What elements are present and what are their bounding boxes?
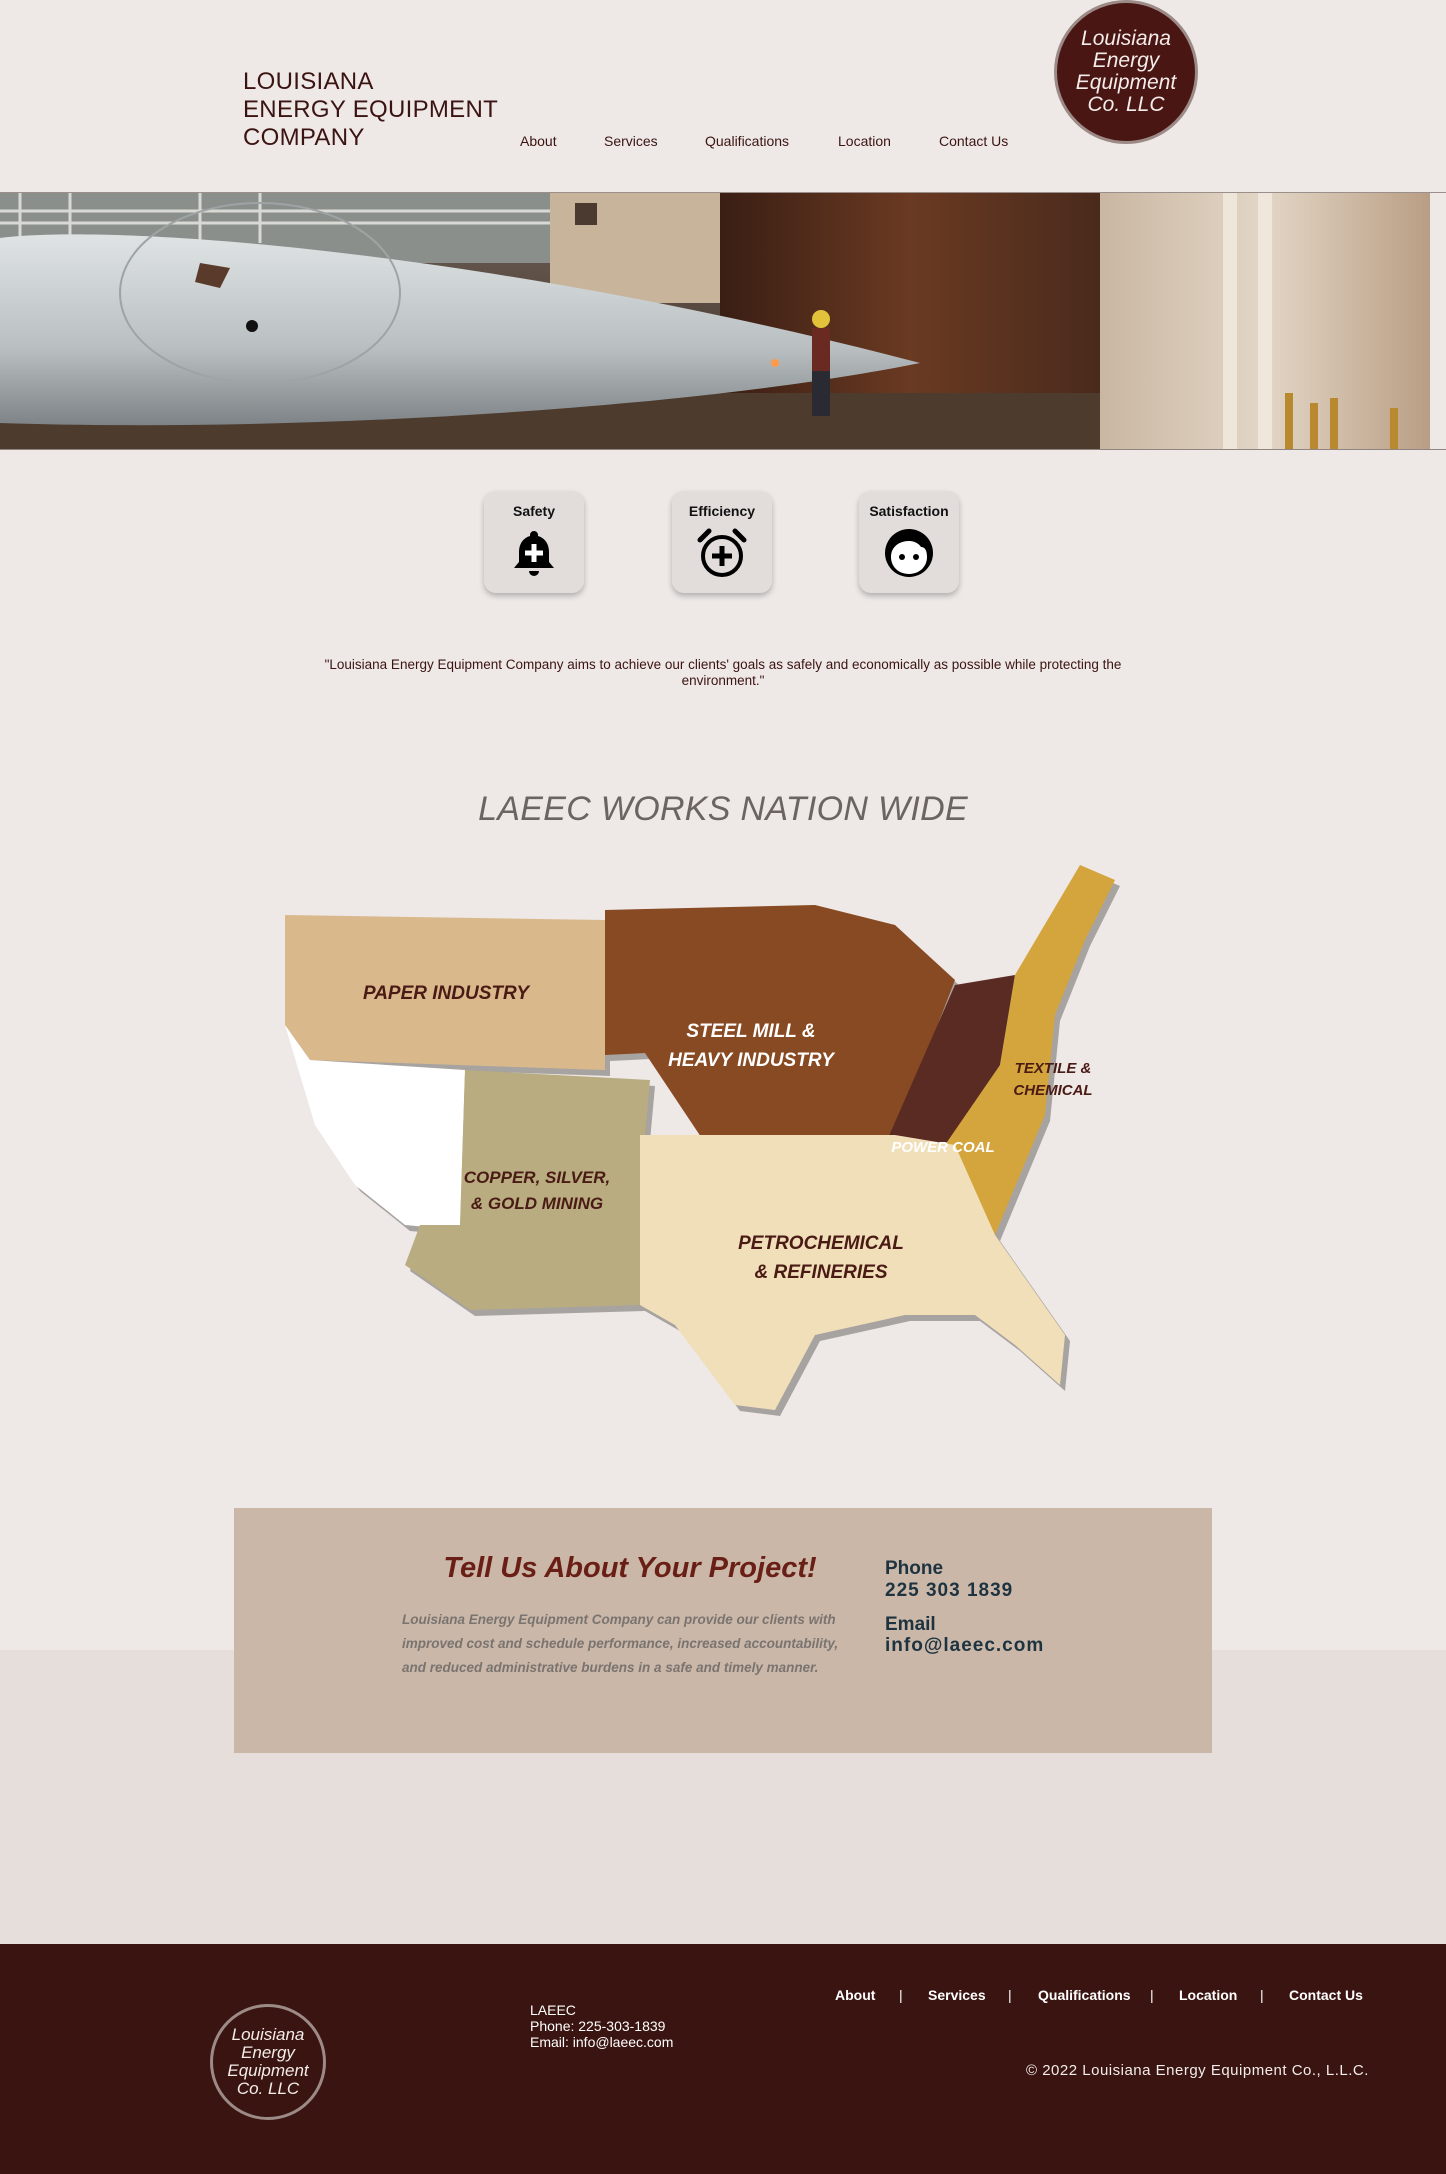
nav-qualifications[interactable]: Qualifications	[705, 133, 789, 149]
nav-about[interactable]: About	[520, 133, 557, 149]
nav-contact-us[interactable]: Contact Us	[939, 133, 1008, 149]
bell-plus-icon	[510, 531, 558, 583]
value-card-efficiency: Efficiency	[672, 491, 772, 593]
logo-line: Equipment	[227, 2061, 309, 2080]
footer-nav-separator: |	[1260, 1987, 1264, 2003]
region-label: PAPER INDUSTRY	[363, 983, 531, 1004]
region-label: HEAVY INDUSTRY	[668, 1050, 836, 1071]
hero-divider	[0, 449, 1446, 450]
logo-line: Co. LLC	[1087, 93, 1165, 116]
footer-nav-separator: |	[899, 1987, 903, 2003]
value-label: Safety	[512, 503, 556, 519]
nav-services[interactable]: Services	[604, 133, 658, 149]
face-icon	[883, 529, 935, 583]
footer-nav-separator: |	[1150, 1987, 1154, 2003]
copyright: © 2022 Louisiana Energy Equipment Co., L…	[1026, 2062, 1369, 2079]
footer-nav-services[interactable]: Services	[928, 1987, 986, 2003]
email-address[interactable]: info@laeec.com	[885, 1635, 1044, 1657]
phone-label: Phone	[885, 1558, 944, 1579]
region-label: STEEL MILL &	[686, 1021, 815, 1042]
region-label: CHEMICAL	[1013, 1082, 1092, 1099]
cta-heading: Tell Us About Your Project!	[443, 1552, 817, 1584]
logo-line: Louisiana	[231, 2025, 305, 2044]
region-label: & REFINERIES	[754, 1262, 887, 1283]
hero-image	[0, 193, 1430, 449]
mission-quote: "Louisiana Energy Equipment Company aims…	[324, 657, 1122, 688]
phone-number[interactable]: 225 303 1839	[885, 1580, 1013, 1602]
company-logo[interactable]: Louisiana Energy Equipment Co. LLC	[1054, 0, 1198, 144]
footer-nav-about[interactable]: About	[835, 1987, 875, 2003]
region-label: TEXTILE &	[1015, 1060, 1092, 1077]
footer-email[interactable]: Email: info@laeec.com	[530, 2034, 673, 2050]
cta-body: Louisiana Energy Equipment Company can p…	[402, 1612, 839, 1675]
footer-phone[interactable]: Phone: 225-303-1839	[530, 2018, 673, 2034]
footer-nav-contact-us[interactable]: Contact Us	[1289, 1987, 1363, 2003]
footer-logo[interactable]: Louisiana Energy Equipment Co. LLC	[210, 2004, 326, 2120]
region-label: COPPER, SILVER,	[464, 1168, 610, 1187]
logo-line: Co. LLC	[236, 2079, 300, 2098]
alarm-plus-icon	[696, 528, 748, 583]
value-card-safety: Safety	[484, 491, 584, 593]
footer-contact-info: LAEEC Phone: 225-303-1839 Email: info@la…	[530, 2002, 673, 2050]
brand-line: ENERGY EQUIPMENT	[243, 96, 499, 123]
footer-nav-separator: |	[1008, 1987, 1012, 2003]
footer-nav-location[interactable]: Location	[1179, 1987, 1237, 2003]
brand-line: COMPANY	[243, 124, 365, 151]
value-label: Efficiency	[688, 503, 756, 519]
region-label: PETROCHEMICAL	[738, 1233, 904, 1254]
value-label: Satisfaction	[869, 503, 949, 519]
footer-company: LAEEC	[530, 2002, 576, 2018]
brand-line: LOUISIANA	[243, 68, 374, 95]
value-card-satisfaction: Satisfaction	[859, 491, 959, 593]
logo-line: Equipment	[1075, 71, 1177, 94]
footer-nav-qualifications[interactable]: Qualifications	[1038, 1987, 1131, 2003]
email-label: Email	[885, 1614, 936, 1635]
region-label: POWER COAL	[891, 1139, 994, 1156]
logo-line: Energy	[1092, 49, 1160, 72]
logo-line: Louisiana	[1081, 27, 1171, 50]
nav-location[interactable]: Location	[838, 133, 891, 149]
industry-map: PAPER INDUSTRY STEEL MILL & HEAVY INDUST…	[285, 865, 1120, 1416]
logo-line: Energy	[241, 2043, 295, 2062]
map-title: LAEEC WORKS NATION WIDE	[478, 790, 968, 828]
brand-name[interactable]: LOUISIANA ENERGY EQUIPMENT COMPANY	[243, 68, 498, 152]
region-label: & GOLD MINING	[471, 1194, 603, 1213]
